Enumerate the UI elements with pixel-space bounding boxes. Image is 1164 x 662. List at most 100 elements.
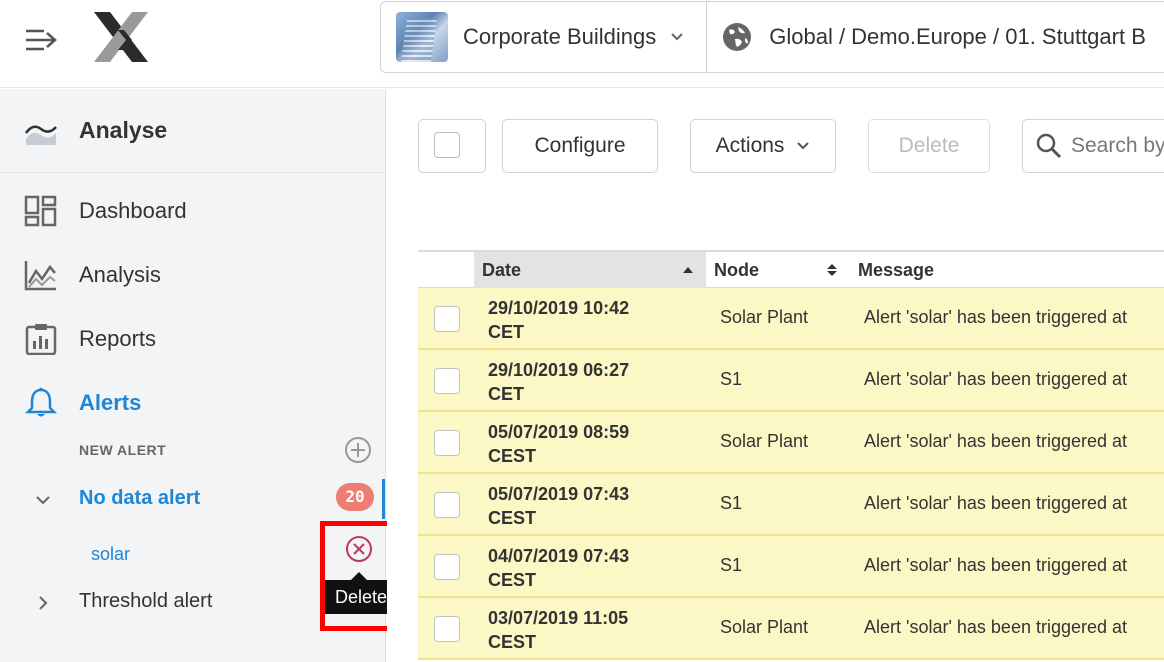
delete-circle-x-icon[interactable] (345, 535, 373, 563)
row-date: 29/10/2019 06:27 CET (488, 358, 708, 406)
chevron-down-icon[interactable] (34, 491, 52, 509)
row-checkbox[interactable] (434, 492, 460, 518)
main-content: Configure Actions Delete Date Node (387, 89, 1164, 662)
table-row[interactable]: 03/07/2019 11:05 CEST Solar Plant Alert '… (418, 598, 1164, 660)
tree-item-label: Threshold alert (79, 590, 213, 612)
add-alert-icon[interactable] (344, 436, 372, 464)
row-date-time: 05/07/2019 08:59 (488, 422, 630, 442)
sidebar-header: Analyse (0, 89, 385, 173)
row-date-time: 04/07/2019 07:43 (488, 546, 630, 566)
column-header-date[interactable]: Date (474, 252, 706, 288)
logo-icon[interactable] (90, 10, 152, 64)
row-node: Solar Plant (720, 307, 809, 327)
row-date: 03/07/2019 11:05 CEST (488, 606, 708, 654)
sidebar-item-label: Reports (79, 326, 157, 351)
top-bar: Corporate Buildings Global / Demo.Europe… (0, 0, 1164, 88)
sidebar-item-label: Dashboard (79, 198, 187, 223)
table-row[interactable]: 05/07/2019 07:43 CEST S1 Alert 'solar' ha… (418, 474, 1164, 536)
chevron-down-icon (797, 142, 810, 150)
table-row[interactable]: 29/10/2019 06:27 CET S1 Alert 'solar' has… (418, 350, 1164, 412)
actions-button[interactable]: Actions (690, 119, 836, 173)
new-alert-label: NEW ALERT (79, 442, 167, 458)
row-checkbox[interactable] (434, 306, 460, 332)
row-node: S1 (720, 369, 743, 389)
row-message: Alert 'solar' has been triggered at (864, 369, 1128, 389)
sidebar: Analyse Dashboard Analysis Reports Alert… (0, 89, 402, 662)
row-date: 29/10/2019 10:42 CET (488, 296, 708, 344)
row-date: 05/07/2019 07:43 CEST (488, 482, 708, 530)
search-box[interactable] (1022, 119, 1164, 173)
sort-ascending-icon (683, 267, 693, 273)
alert-count-badge: 20 (336, 483, 374, 511)
chevron-right-icon[interactable] (34, 594, 52, 612)
reports-clipboard-icon (25, 324, 57, 355)
globe-icon (723, 23, 752, 51)
column-label: Node (714, 260, 759, 280)
row-node: Solar Plant (720, 431, 809, 451)
row-message: Alert 'solar' has been triggered at (864, 617, 1128, 637)
sidebar-item-label: Analysis (79, 262, 161, 287)
row-date: 05/07/2019 08:59 CEST (488, 420, 708, 468)
row-date-timezone: CET (488, 384, 524, 404)
row-message: Alert 'solar' has been triggered at (864, 555, 1128, 575)
row-message: Alert 'solar' has been triggered at (864, 307, 1128, 327)
row-date-timezone: CEST (488, 508, 537, 528)
menu-collapse-icon[interactable] (24, 26, 60, 54)
table-header: Date Node Message (418, 250, 1164, 288)
row-checkbox[interactable] (434, 616, 460, 642)
location-selector[interactable]: Corporate Buildings Global / Demo.Europe… (380, 1, 1164, 73)
sidebar-item-dashboard[interactable]: Dashboard (0, 181, 385, 237)
row-node: S1 (720, 555, 743, 575)
column-label: Message (858, 260, 935, 280)
row-date-timezone: CEST (488, 570, 537, 590)
tree-item-label: No data alert (79, 487, 201, 509)
chevron-down-icon[interactable] (670, 30, 684, 44)
row-date: 04/07/2019 07:43 CEST (488, 544, 708, 592)
search-input[interactable] (1071, 134, 1164, 158)
column-header-node[interactable]: Node (706, 252, 850, 288)
dashboard-icon (24, 195, 57, 227)
row-message: Alert 'solar' has been triggered at (864, 493, 1128, 513)
tree-subitem-label: solar (91, 544, 131, 564)
analyse-icon (24, 125, 57, 145)
row-date-time: 29/10/2019 10:42 (488, 298, 630, 318)
analysis-chart-icon (24, 261, 56, 291)
delete-button[interactable]: Delete (868, 119, 990, 173)
sidebar-item-label: Alerts (79, 390, 142, 415)
row-checkbox[interactable] (434, 368, 460, 394)
sidebar-item-alerts[interactable]: Alerts (0, 373, 385, 429)
sidebar-section-title: Analyse (79, 117, 168, 143)
table-row[interactable]: 05/07/2019 08:59 CEST Solar Plant Alert '… (418, 412, 1164, 474)
sort-icon (827, 264, 837, 276)
table-row[interactable]: 29/10/2019 10:42 CET Solar Plant Alert 's… (418, 288, 1164, 350)
building-dropdown-label[interactable]: Corporate Buildings (463, 24, 656, 50)
configure-button[interactable]: Configure (502, 119, 658, 173)
checkbox-box (434, 132, 460, 158)
row-date-time: 03/07/2019 11:05 (488, 608, 629, 628)
active-indicator (382, 479, 385, 519)
row-node: Solar Plant (720, 617, 809, 637)
row-node: S1 (720, 493, 743, 513)
alerts-table: Date Node Message 29/10/2019 10:42 CET So… (418, 250, 1164, 660)
select-all-checkbox[interactable] (418, 119, 486, 173)
row-date-time: 05/07/2019 07:43 (488, 484, 630, 504)
actions-label: Actions (715, 134, 785, 157)
search-icon (1036, 133, 1062, 159)
tree-item-no-data-alert[interactable]: No data alert 20 (0, 477, 385, 521)
sidebar-item-analysis[interactable]: Analysis (0, 245, 385, 301)
sidebar-item-reports[interactable]: Reports (0, 309, 385, 365)
row-date-time: 29/10/2019 06:27 (488, 360, 630, 380)
row-date-timezone: CEST (488, 446, 537, 466)
column-label: Date (482, 260, 522, 280)
column-header-message[interactable]: Message (850, 252, 1164, 288)
table-row[interactable]: 04/07/2019 07:43 CEST S1 Alert 'solar' ha… (418, 536, 1164, 598)
row-date-timezone: CEST (488, 632, 537, 652)
bell-icon (24, 387, 58, 417)
row-date-timezone: CET (488, 322, 524, 342)
row-checkbox[interactable] (434, 554, 460, 580)
location-path[interactable]: Global / Demo.Europe / 01. Stuttgart B (769, 24, 1146, 50)
row-message: Alert 'solar' has been triggered at (864, 431, 1128, 451)
row-checkbox[interactable] (434, 430, 460, 456)
building-thumbnail (396, 12, 448, 62)
tree-subitem-solar[interactable]: solar (0, 535, 385, 575)
